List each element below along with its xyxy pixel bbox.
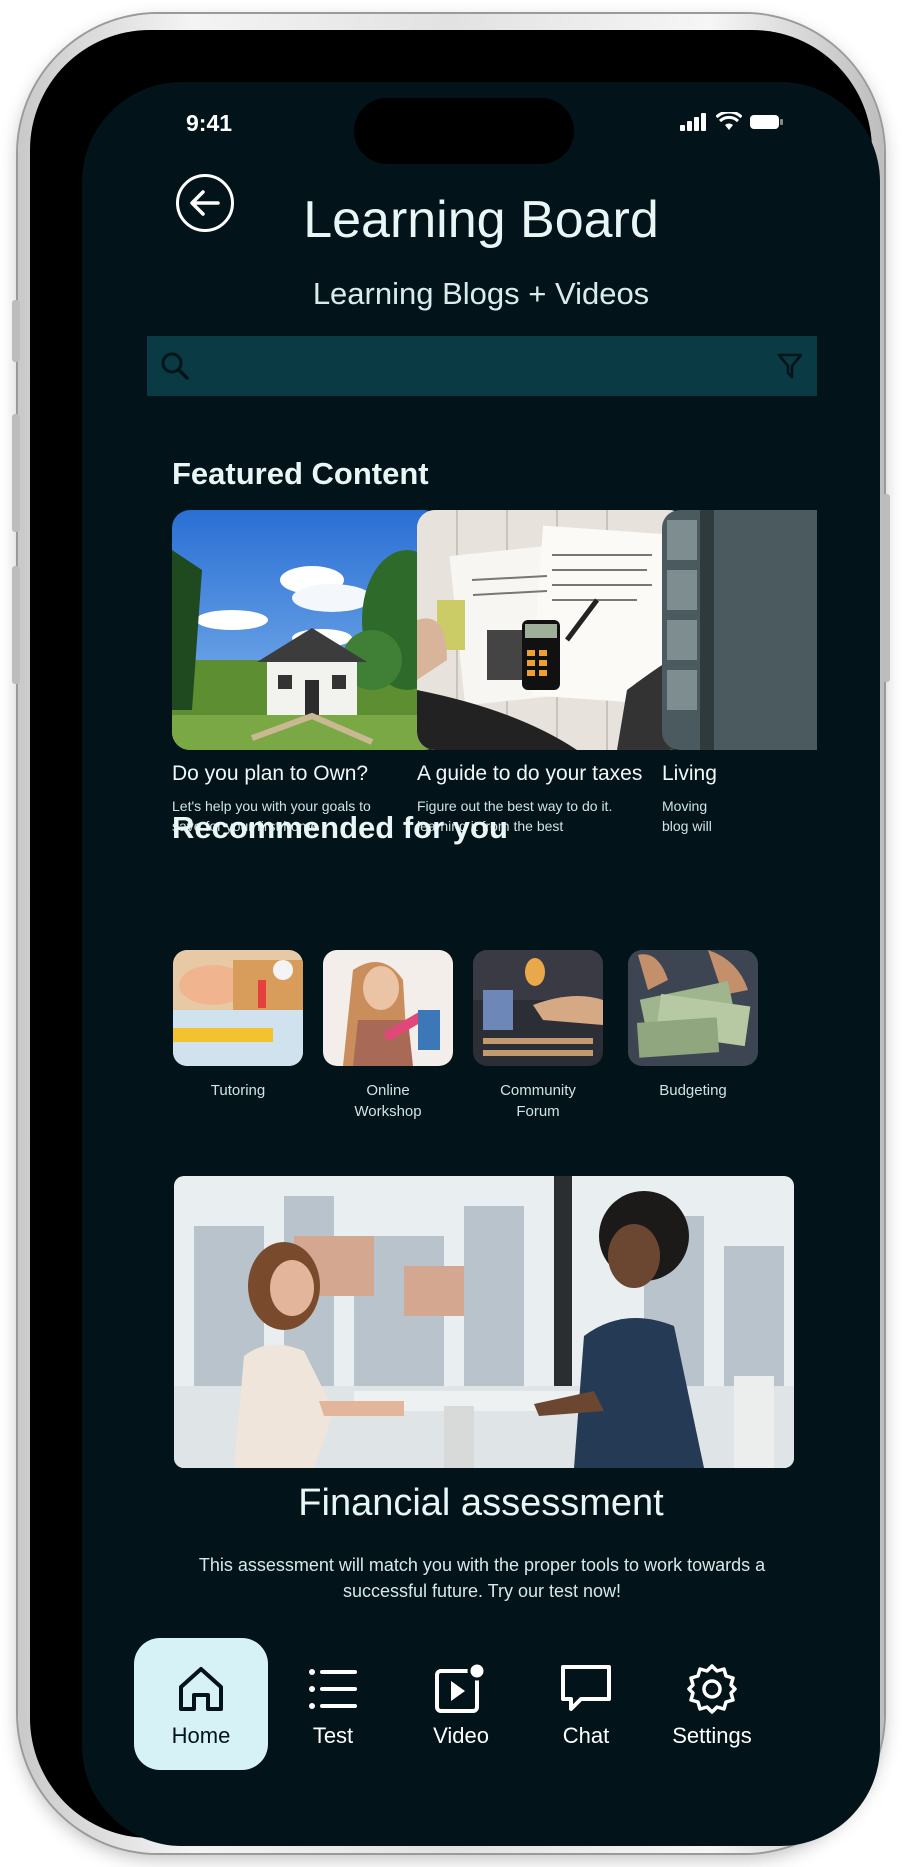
chat-icon bbox=[556, 1659, 616, 1719]
tutoring-image bbox=[173, 950, 303, 1066]
recommended-section-title: Recommended for you bbox=[172, 810, 508, 845]
dynamic-island bbox=[354, 98, 574, 164]
recommended-item-community-forum[interactable]: Community Forum bbox=[472, 950, 604, 1122]
volume-down-button bbox=[12, 566, 20, 684]
nav-test[interactable]: Test bbox=[266, 1638, 400, 1770]
featured-card-desc: Moving blog will bbox=[662, 798, 712, 834]
wifi-icon bbox=[716, 112, 742, 130]
gear-icon bbox=[682, 1659, 742, 1719]
nav-home[interactable]: Home bbox=[134, 1638, 268, 1770]
featured-section-title: Featured Content bbox=[172, 456, 429, 491]
recommended-label: Community Forum bbox=[500, 1082, 576, 1120]
signal-icon bbox=[680, 112, 706, 131]
nav-label: Settings bbox=[672, 1723, 752, 1748]
financial-assessment-desc: This assessment will match you with the … bbox=[198, 1555, 766, 1601]
home-icon bbox=[171, 1659, 231, 1719]
page-title: Learning Board bbox=[303, 191, 659, 249]
video-icon bbox=[431, 1659, 491, 1719]
bottom-nav: Home Test Video Chat Settings bbox=[82, 1638, 880, 1778]
list-icon bbox=[303, 1659, 363, 1719]
power-button bbox=[882, 494, 890, 682]
filter-icon[interactable] bbox=[777, 352, 803, 380]
search-input[interactable] bbox=[189, 336, 777, 396]
recommended-item-budgeting[interactable]: Budgeting bbox=[627, 950, 759, 1101]
recommended-label: Budgeting bbox=[659, 1082, 727, 1099]
search-bar bbox=[147, 336, 817, 396]
mute-switch bbox=[12, 300, 20, 362]
nav-video[interactable]: Video bbox=[394, 1638, 528, 1770]
recommended-label: Online Workshop bbox=[354, 1082, 422, 1120]
featured-card-title: A guide to do your taxes bbox=[417, 762, 643, 785]
budgeting-image bbox=[628, 950, 758, 1066]
online-workshop-image bbox=[323, 950, 453, 1066]
featured-card-title: Do you plan to Own? bbox=[172, 762, 369, 785]
recommended-item-online-workshop[interactable]: Online Workshop bbox=[322, 950, 454, 1122]
featured-card[interactable]: Living Moving blog will bbox=[662, 510, 817, 836]
financial-assessment-image[interactable] bbox=[174, 1176, 794, 1468]
status-icons bbox=[680, 112, 784, 131]
recommended-label: Tutoring bbox=[210, 1082, 266, 1099]
search-icon[interactable] bbox=[161, 352, 189, 380]
battery-icon bbox=[750, 114, 783, 129]
nav-label: Video bbox=[433, 1723, 489, 1748]
recommended-item-tutoring[interactable]: Tutoring bbox=[172, 950, 304, 1101]
nav-label: Chat bbox=[562, 1723, 610, 1748]
community-forum-image bbox=[473, 950, 603, 1066]
phone-bezel: 9:41 Learning Board Learning Blogs + Vid… bbox=[30, 30, 880, 1846]
volume-up-button bbox=[12, 414, 20, 532]
nav-label: Home bbox=[171, 1723, 231, 1748]
featured-card-title: Living bbox=[662, 762, 717, 785]
app-screen: 9:41 Learning Board Learning Blogs + Vid… bbox=[82, 82, 880, 1846]
nav-settings[interactable]: Settings bbox=[645, 1638, 779, 1770]
nav-label: Test bbox=[312, 1723, 354, 1748]
status-time: 9:41 bbox=[186, 110, 233, 136]
featured-image-living bbox=[662, 510, 817, 750]
financial-assessment-title: Financial assessment bbox=[298, 1482, 664, 1524]
featured-image-taxes bbox=[417, 510, 687, 750]
featured-carousel[interactable]: Do you plan to Own? Let's help you with … bbox=[172, 510, 817, 860]
featured-card[interactable]: A guide to do your taxes Figure out the … bbox=[417, 510, 687, 836]
page-subtitle: Learning Blogs + Videos bbox=[312, 276, 650, 311]
featured-image-house bbox=[172, 510, 442, 750]
nav-chat[interactable]: Chat bbox=[519, 1638, 653, 1770]
featured-card[interactable]: Do you plan to Own? Let's help you with … bbox=[172, 510, 442, 836]
